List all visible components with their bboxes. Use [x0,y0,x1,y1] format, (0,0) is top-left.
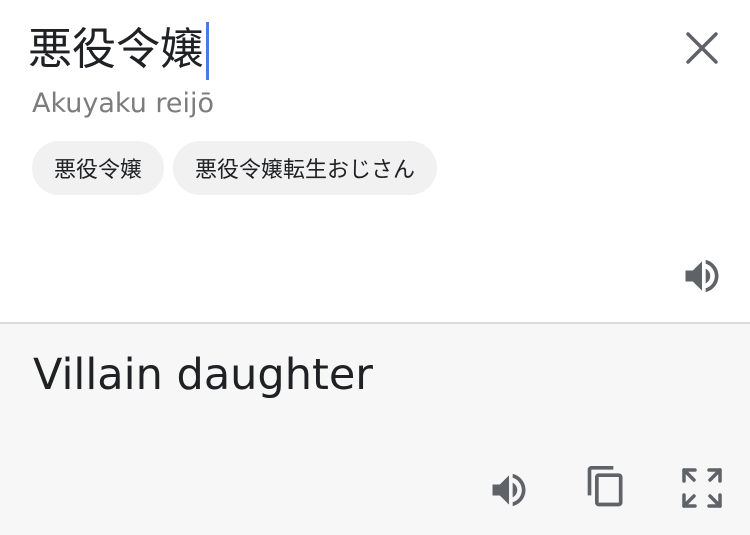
speaker-icon[interactable] [487,468,531,512]
source-input-text: 悪役令嬢 [28,24,204,75]
translation-text: Villain daughter [33,350,373,400]
romanization-text: Akuyaku reijō [32,88,215,119]
copy-icon[interactable] [584,464,628,512]
source-input[interactable]: 悪役令嬢 [28,22,209,80]
text-caret [206,22,209,80]
source-panel: 悪役令嬢 Akuyaku reijō 悪役令嬢 悪役令嬢転生おじさん [0,0,750,322]
fullscreen-icon[interactable] [680,466,724,510]
close-icon[interactable] [678,24,726,72]
suggestion-chip[interactable]: 悪役令嬢 [32,141,165,195]
suggestion-chip[interactable]: 悪役令嬢転生おじさん [173,141,438,195]
suggestion-chips: 悪役令嬢 悪役令嬢転生おじさん [32,141,438,195]
speaker-icon[interactable] [680,254,724,298]
target-panel: Villain daughter [0,324,750,535]
